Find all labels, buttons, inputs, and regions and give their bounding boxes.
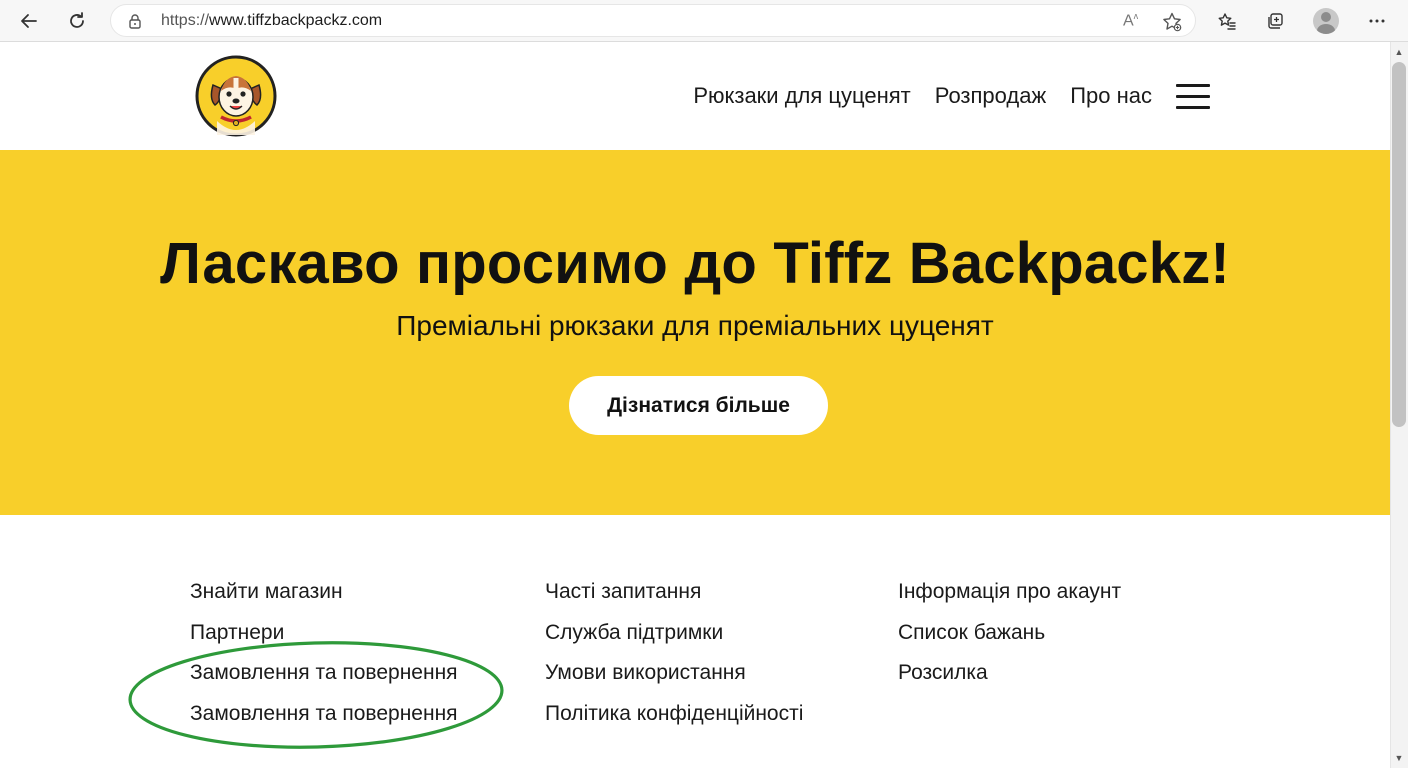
footer-link-support[interactable]: Служба підтримки: [545, 619, 803, 660]
hero-title: Ласкаво просимо до Tiffz Backpackz!: [160, 231, 1230, 296]
collections-icon: [1268, 13, 1283, 29]
nav-about[interactable]: Про нас: [1070, 83, 1152, 109]
footer-link-wishlist[interactable]: Список бажань: [898, 619, 1121, 660]
back-button[interactable]: [14, 6, 44, 36]
footer-column-2: Часті запитання Служба підтримки Умови в…: [545, 578, 803, 740]
more-icon: [1369, 19, 1385, 23]
hero-banner: Ласкаво просимо до Tiffz Backpackz! Прем…: [0, 150, 1390, 515]
url-text[interactable]: https://www.tiffzbackpackz.com: [161, 12, 382, 30]
nav-sale[interactable]: Розпродаж: [935, 83, 1046, 109]
footer-link-newsletter[interactable]: Розсилка: [898, 659, 1121, 700]
url-scheme: https://: [161, 12, 210, 29]
hero-subtitle: Преміальні рюкзаки для преміальних цуцен…: [396, 310, 994, 341]
browser-toolbar: https://www.tiffzbackpackz.com Aʌ: [0, 0, 1408, 42]
scroll-down-arrow[interactable]: ▼: [1393, 752, 1405, 764]
footer-link-orders-returns-duplicate[interactable]: Замовлення та повернення: [190, 700, 458, 741]
address-bar[interactable]: https://www.tiffzbackpackz.com Aʌ: [110, 4, 1196, 37]
dog-logo[interactable]: [195, 55, 277, 137]
read-aloud-icon[interactable]: Aʌ: [1123, 11, 1138, 30]
footer-column-1: Знайти магазин Партнери Замовлення та по…: [190, 578, 458, 740]
refresh-button[interactable]: [62, 6, 92, 36]
footer-link-terms[interactable]: Умови використання: [545, 659, 803, 700]
profile-icon[interactable]: [1313, 8, 1339, 34]
favorites-icon: [1218, 13, 1236, 30]
learn-more-button[interactable]: Дізнатися більше: [569, 376, 828, 435]
refresh-icon: [70, 12, 84, 28]
footer-link-orders-returns[interactable]: Замовлення та повернення: [190, 659, 458, 700]
nav-backpacks[interactable]: Рюкзаки для цуценят: [693, 83, 910, 109]
back-arrow-icon: [21, 14, 37, 28]
footer-link-find-store[interactable]: Знайти магазин: [190, 578, 458, 619]
favorites-button[interactable]: [1212, 6, 1242, 36]
more-button[interactable]: [1362, 6, 1392, 36]
scroll-up-arrow[interactable]: ▲: [1393, 46, 1405, 58]
footer-link-partners[interactable]: Партнери: [190, 619, 458, 660]
footer-link-faq[interactable]: Часті запитання: [545, 578, 803, 619]
footer-column-3: Інформація про акаунт Список бажань Розс…: [898, 578, 1121, 700]
footer-link-account-info[interactable]: Інформація про акаунт: [898, 578, 1121, 619]
url-host: www.tiffzbackpackz.com: [209, 12, 383, 29]
hamburger-menu-icon[interactable]: [1176, 84, 1210, 110]
add-favorite-icon[interactable]: [1161, 11, 1183, 33]
main-nav: Рюкзаки для цуценят Розпродаж Про нас: [693, 83, 1152, 109]
scrollbar-thumb[interactable]: [1392, 62, 1406, 427]
site-header: Рюкзаки для цуценят Розпродаж Про нас: [0, 43, 1390, 150]
lock-icon[interactable]: [127, 13, 143, 29]
footer-link-privacy[interactable]: Політика конфіденційності: [545, 700, 803, 741]
collections-button[interactable]: [1260, 6, 1290, 36]
